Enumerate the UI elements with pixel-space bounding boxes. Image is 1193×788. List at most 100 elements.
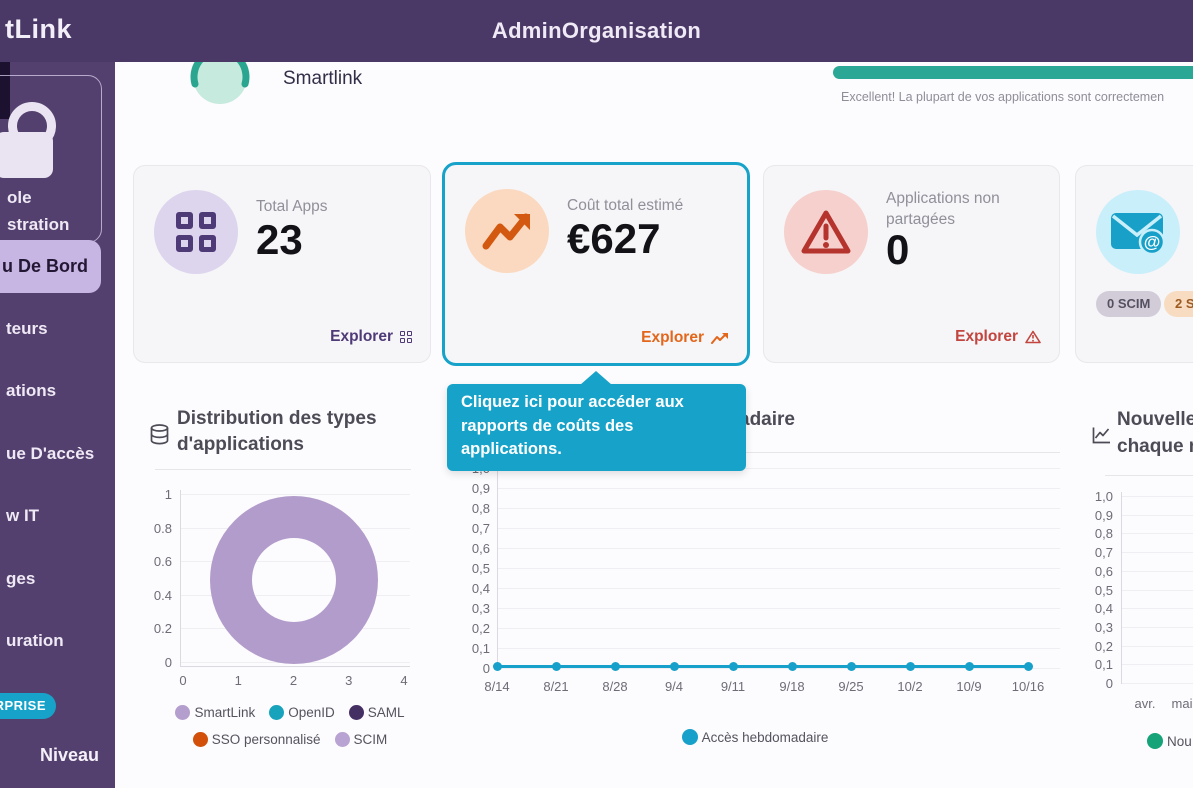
sidebar-item-access-policy[interactable]: ue D'accès <box>6 444 94 464</box>
sidebar-item-users[interactable]: teurs <box>6 319 48 339</box>
monthly-apps-chart-title-line2: chaque m <box>1117 434 1193 460</box>
x-tick-label: 8/28 <box>593 679 637 694</box>
x-tick-label: 4 <box>396 673 412 688</box>
donut-chart-legend: SmartLink OpenID SAML SSO personnalisé SCIM <box>140 705 440 747</box>
legend-item[interactable]: OpenID <box>269 705 335 720</box>
stat-card-total-cost[interactable]: Coût total estimé €627 Explorer <box>442 162 750 366</box>
y-tick-label: 0,6 <box>1085 564 1113 579</box>
y-tick-label: 0.8 <box>130 521 172 536</box>
warning-icon <box>1025 330 1041 344</box>
y-axis-line <box>1121 492 1122 684</box>
legend-item[interactable]: SCIM <box>335 732 388 747</box>
console-card-label-line1: ole <box>7 188 32 208</box>
x-tick-label: 2 <box>286 673 302 688</box>
y-tick-label: 1 <box>130 487 172 502</box>
y-axis-line <box>180 490 181 666</box>
page-title: AdminOrganisation <box>0 18 1193 44</box>
organization-name: Smartlink <box>283 68 362 90</box>
legend-label: OpenID <box>288 705 335 720</box>
x-tick-label: 8/21 <box>534 679 578 694</box>
grid-line <box>497 508 1060 509</box>
sidebar-item-shadow-it[interactable]: w IT <box>6 506 39 526</box>
grid-icon <box>400 331 412 343</box>
legend-dot <box>269 705 284 720</box>
grid-line <box>1121 608 1193 609</box>
x-tick-label: 10/2 <box>888 679 932 694</box>
y-tick-label: 0 <box>130 655 172 670</box>
x-tick-label: 1 <box>230 673 246 688</box>
y-tick-label: 0,8 <box>1085 526 1113 541</box>
grid-line <box>1121 515 1193 516</box>
x-tick-label: 9/18 <box>770 679 814 694</box>
grid-line <box>497 568 1060 569</box>
legend-label: SAML <box>368 705 405 720</box>
legend-item[interactable]: SAML <box>349 705 405 720</box>
sidebar-item-level[interactable]: Niveau <box>0 745 99 766</box>
legend-item[interactable]: SSO personnalisé <box>193 732 321 747</box>
weekly-access-chart-legend: Accès hebdomadaire <box>600 729 910 745</box>
x-tick-label: 3 <box>341 673 357 688</box>
shared-badge: 2 SH <box>1164 291 1193 317</box>
grid-line <box>497 488 1060 489</box>
warning-triangle-icon <box>784 190 868 274</box>
sidebar-item-configuration[interactable]: uration <box>6 631 64 651</box>
y-tick-label: 0,7 <box>1085 545 1113 560</box>
apps-grid-icon <box>154 190 238 274</box>
legend-label: SSO personnalisé <box>212 732 321 747</box>
mail-at-icon: @ <box>1096 190 1180 274</box>
y-axis-line <box>497 464 498 670</box>
legend-item[interactable]: Accès hebdomadaire <box>682 729 829 745</box>
y-tick-label: 0,1 <box>455 641 490 656</box>
y-tick-label: 0,9 <box>455 481 490 496</box>
sidebar-item-shares[interactable]: ges <box>6 569 35 589</box>
y-tick-label: 0,7 <box>455 521 490 536</box>
series-line <box>497 665 1028 668</box>
stat-card-invitations[interactable]: @ 0 SCIM 2 SH <box>1075 165 1193 363</box>
sidebar-nav: ole stration u De Bord teurs ations ue D… <box>0 57 115 788</box>
data-point <box>906 662 915 671</box>
explore-costs-button[interactable]: Explorer <box>641 329 729 347</box>
data-point <box>1024 662 1033 671</box>
x-tick-label: 0 <box>175 673 191 688</box>
explore-unshared-button[interactable]: Explorer <box>955 328 1041 346</box>
x-tick-label: 9/4 <box>652 679 696 694</box>
stat-card-unshared-apps[interactable]: Applications nonpartagées 0 Explorer <box>763 165 1060 363</box>
sidebar-item-dashboard[interactable]: u De Bord <box>0 240 101 293</box>
y-tick-label: 1,0 <box>1085 489 1113 504</box>
explore-apps-button[interactable]: Explorer <box>330 328 412 346</box>
monthly-apps-chart-title-line1: Nouvelle <box>1117 407 1193 433</box>
stat-value: 0 <box>886 226 909 274</box>
y-tick-label: 0,2 <box>455 621 490 636</box>
x-tick-label: 9/11 <box>711 679 755 694</box>
y-tick-label: 0,3 <box>1085 620 1113 635</box>
sidebar-item-applications[interactable]: ations <box>6 381 56 401</box>
stat-value: €627 <box>567 215 660 263</box>
svg-text:@: @ <box>1144 233 1161 252</box>
data-point <box>493 662 502 671</box>
y-tick-label: 0.6 <box>130 554 172 569</box>
y-tick-label: 0.2 <box>130 621 172 636</box>
grid-line <box>497 648 1060 649</box>
legend-dot <box>175 705 190 720</box>
trending-up-icon <box>465 189 549 273</box>
data-point <box>552 662 561 671</box>
data-point <box>611 662 620 671</box>
donut-chart-title: Distribution des types d'applications <box>177 406 392 458</box>
stat-card-total-apps[interactable]: Total Apps 23 Explorer <box>133 165 431 363</box>
line-chart-icon <box>1092 426 1111 449</box>
grid-line <box>1121 571 1193 572</box>
console-admin-card[interactable]: ole stration <box>0 75 102 243</box>
x-tick-label: 8/14 <box>475 679 519 694</box>
grid-line <box>1121 552 1193 553</box>
x-tick-label: avr. <box>1127 696 1163 711</box>
grid-line <box>1121 664 1193 665</box>
plan-badge: RPRISE <box>0 693 56 719</box>
legend-label: Nou <box>1167 734 1192 749</box>
legend-dot <box>193 732 208 747</box>
trend-icon <box>711 332 729 345</box>
monthly-apps-chart-plot: 1,00,90,80,70,60,50,40,30,20,10avr.mai <box>1085 488 1193 723</box>
legend-dot <box>1147 733 1163 749</box>
grid-line <box>497 608 1060 609</box>
legend-item[interactable]: SmartLink <box>175 705 255 720</box>
legend-item[interactable]: Nou <box>1147 733 1192 749</box>
